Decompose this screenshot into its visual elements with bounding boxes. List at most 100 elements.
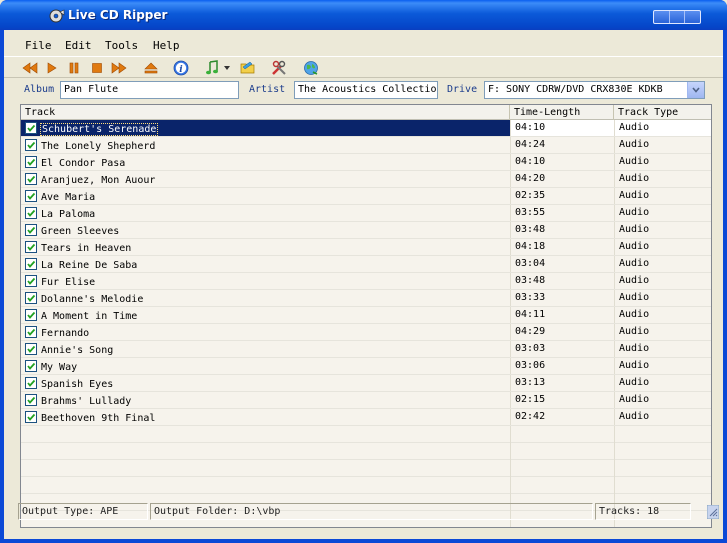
globe-icon: [304, 61, 318, 75]
checkmark-icon: [27, 260, 36, 268]
track-row[interactable]: Aranjuez, Mon Auour 04:20 Audio: [21, 171, 711, 188]
empty-row: [21, 477, 711, 494]
track-cell: Fur Elise: [21, 273, 510, 289]
close-button[interactable]: [685, 11, 700, 23]
track-checkbox[interactable]: [25, 258, 37, 270]
column-header-time[interactable]: Time-Length: [510, 105, 614, 120]
track-cell: La Paloma: [21, 205, 510, 221]
checkmark-icon: [27, 226, 36, 234]
drive-dropdown-button[interactable]: [687, 82, 704, 98]
track-title: Aranjuez, Mon Auour: [41, 175, 156, 186]
rewind-icon: [22, 62, 38, 74]
track-row[interactable]: Dolanne's Melodie 03:33 Audio: [21, 290, 711, 307]
checkmark-icon: [27, 362, 36, 370]
track-row[interactable]: Tears in Heaven 04:18 Audio: [21, 239, 711, 256]
track-row[interactable]: The Lonely Shepherd 04:24 Audio: [21, 137, 711, 154]
checkmark-icon: [27, 413, 36, 421]
track-time: 04:24: [510, 137, 614, 153]
folder-icon: [240, 61, 255, 74]
menu-edit[interactable]: Edit: [65, 39, 92, 52]
track-checkbox[interactable]: [25, 394, 37, 406]
toolbar: i: [4, 56, 723, 78]
web-button[interactable]: [302, 59, 320, 77]
track-row[interactable]: Green Sleeves 03:48 Audio: [21, 222, 711, 239]
column-header-track[interactable]: Track: [21, 105, 510, 120]
checkmark-icon: [27, 209, 36, 217]
track-checkbox[interactable]: [25, 377, 37, 389]
music-dropdown-button[interactable]: [222, 59, 232, 77]
track-row[interactable]: Spanish Eyes 03:13 Audio: [21, 375, 711, 392]
track-cell: Green Sleeves: [21, 222, 510, 238]
menu-file[interactable]: File: [25, 39, 52, 52]
track-checkbox[interactable]: [25, 343, 37, 355]
track-cell: My Way: [21, 358, 510, 374]
play-button[interactable]: [43, 59, 61, 77]
client-area: File Edit Tools Help i Album Pan Flute A…: [4, 30, 723, 543]
track-row[interactable]: El Condor Pasa 04:10 Audio: [21, 154, 711, 171]
checkmark-icon: [27, 158, 36, 166]
pause-button[interactable]: [65, 59, 83, 77]
track-row[interactable]: Fernando 04:29 Audio: [21, 324, 711, 341]
folder-button[interactable]: [239, 59, 257, 77]
track-time: 04:11: [510, 307, 614, 323]
resize-grip-icon[interactable]: [707, 505, 719, 519]
fast-forward-button[interactable]: [110, 59, 128, 77]
track-checkbox[interactable]: [25, 122, 37, 134]
track-title: Fur Elise: [41, 277, 96, 288]
eject-button[interactable]: [142, 59, 160, 77]
artist-input[interactable]: The Acoustics Collectio: [294, 81, 438, 99]
menu-help[interactable]: Help: [153, 39, 180, 52]
menu-tools[interactable]: Tools: [105, 39, 138, 52]
album-input[interactable]: Pan Flute: [60, 81, 239, 99]
track-checkbox[interactable]: [25, 292, 37, 304]
status-output-folder: Output Folder: D:\vbp: [150, 503, 593, 520]
title-bar[interactable]: Live CD Ripper: [0, 0, 727, 30]
track-row[interactable]: Schubert's Serenade 04:10 Audio: [21, 120, 711, 137]
rewind-button[interactable]: [21, 59, 39, 77]
track-row[interactable]: Fur Elise 03:48 Audio: [21, 273, 711, 290]
window-controls[interactable]: [653, 10, 701, 24]
track-row[interactable]: Beethoven 9th Final 02:42 Audio: [21, 409, 711, 426]
track-row[interactable]: Annie's Song 03:03 Audio: [21, 341, 711, 358]
track-checkbox[interactable]: [25, 139, 37, 151]
minimize-button[interactable]: [654, 11, 670, 23]
track-checkbox[interactable]: [25, 360, 37, 372]
track-row[interactable]: La Paloma 03:55 Audio: [21, 205, 711, 222]
track-checkbox[interactable]: [25, 190, 37, 202]
empty-cell: [510, 443, 614, 460]
music-button[interactable]: [203, 59, 221, 77]
track-checkbox[interactable]: [25, 173, 37, 185]
track-checkbox[interactable]: [25, 275, 37, 287]
track-list[interactable]: Track Time-Length Track Type Schubert's …: [20, 104, 712, 528]
track-checkbox[interactable]: [25, 326, 37, 338]
eject-icon: [144, 62, 158, 74]
track-title: Schubert's Serenade: [40, 123, 159, 136]
track-title: Annie's Song: [41, 345, 114, 356]
stop-button[interactable]: [88, 59, 106, 77]
window-border-right: [723, 30, 727, 543]
window-border-bottom: [0, 539, 727, 543]
drive-select[interactable]: F: SONY CDRW/DVD CRX830E KDKB: [484, 81, 705, 99]
maximize-button[interactable]: [670, 11, 686, 23]
empty-cell: [614, 477, 711, 494]
track-checkbox[interactable]: [25, 224, 37, 236]
track-cell: El Condor Pasa: [21, 154, 510, 170]
track-checkbox[interactable]: [25, 309, 37, 321]
column-header-type[interactable]: Track Type: [614, 105, 711, 120]
track-time: 03:55: [510, 205, 614, 221]
track-row[interactable]: My Way 03:06 Audio: [21, 358, 711, 375]
track-title: Tears in Heaven: [41, 243, 132, 254]
track-cell: Aranjuez, Mon Auour: [21, 171, 510, 187]
info-button[interactable]: i: [172, 59, 190, 77]
drive-label: Drive: [447, 84, 478, 95]
track-checkbox[interactable]: [25, 156, 37, 168]
track-row[interactable]: La Reine De Saba 03:04 Audio: [21, 256, 711, 273]
track-checkbox[interactable]: [25, 411, 37, 423]
tools-button[interactable]: [270, 59, 288, 77]
track-row[interactable]: Ave Maria 02:35 Audio: [21, 188, 711, 205]
track-row[interactable]: Brahms' Lullady 02:15 Audio: [21, 392, 711, 409]
track-row[interactable]: A Moment in Time 04:11 Audio: [21, 307, 711, 324]
track-checkbox[interactable]: [25, 241, 37, 253]
checkmark-icon: [27, 328, 36, 336]
track-checkbox[interactable]: [25, 207, 37, 219]
